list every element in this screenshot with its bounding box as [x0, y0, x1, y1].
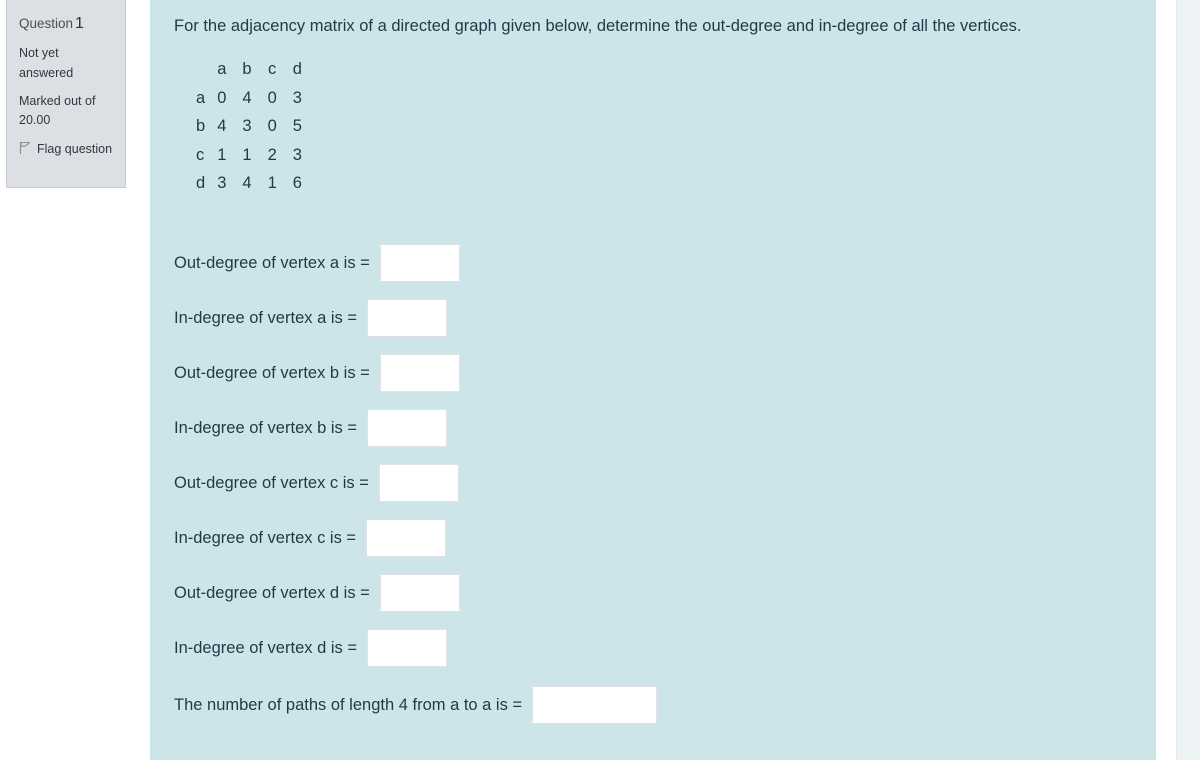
answer-label: Out-degree of vertex b is = — [174, 363, 370, 382]
outdegree-a-input[interactable] — [379, 244, 460, 283]
answer-label: In-degree of vertex c is = — [174, 528, 357, 547]
question-status: Not yet answered — [19, 46, 74, 80]
matrix-row: c 1 1 2 3 — [174, 141, 310, 170]
flag-icon — [19, 141, 31, 155]
matrix-row: b 4 3 0 5 — [174, 112, 310, 141]
flag-question-label: Flag question — [37, 141, 113, 156]
page-scrollbar-track[interactable] — [1176, 0, 1200, 760]
matrix-row-label: c — [196, 145, 205, 164]
matrix-cell: 4 — [217, 117, 227, 136]
answer-row-indegree-c: In-degree of vertex c is = — [174, 511, 1134, 566]
page-root: Question 1 Not yet answered Marked out of… — [0, 0, 1200, 760]
answer-label: In-degree of vertex a is = — [174, 308, 357, 327]
answer-label: Out-degree of vertex a is = — [174, 253, 370, 272]
answer-row-outdegree-a: Out-degree of vertex a is = — [174, 236, 1134, 291]
matrix-cell: 6 — [292, 174, 302, 193]
question-statement: For the adjacency matrix of a directed g… — [174, 17, 1022, 35]
matrix-row: d 3 4 1 6 — [174, 169, 310, 198]
indegree-d-input[interactable] — [366, 629, 447, 668]
matrix-cell: 3 — [217, 174, 227, 193]
question-title-label: Question — [19, 16, 74, 31]
matrix-cell: 4 — [242, 174, 252, 193]
matrix-cell: 3 — [242, 117, 252, 136]
indegree-a-input[interactable] — [366, 299, 447, 338]
answer-label: The number of paths of length 4 from a t… — [174, 695, 523, 714]
answer-label: Out-degree of vertex c is = — [174, 473, 369, 492]
question-content-panel: For the adjacency matrix of a directed g… — [150, 0, 1156, 760]
matrix-cell: 0 — [217, 88, 227, 107]
outdegree-d-input[interactable] — [379, 574, 460, 613]
matrix-row-label: b — [196, 117, 206, 136]
answer-row-indegree-a: In-degree of vertex a is = — [174, 291, 1134, 346]
adjacency-matrix: a b c d a 0 4 0 3 b 4 3 0 5 c 1 1 2 3 d … — [174, 55, 1134, 198]
matrix-cell: 1 — [217, 145, 227, 164]
question-info-panel: Question 1 Not yet answered Marked out of… — [6, 0, 126, 188]
matrix-cell: 4 — [242, 88, 252, 107]
matrix-cell: 2 — [267, 145, 277, 164]
matrix-cell: 1 — [267, 174, 277, 193]
question-title: Question 1 — [19, 14, 115, 33]
matrix-cell: 0 — [267, 117, 277, 136]
matrix-cell: 5 — [292, 117, 302, 136]
matrix-row: a 0 4 0 3 — [174, 84, 310, 113]
paths-length-4-input[interactable] — [532, 686, 658, 725]
matrix-row-label: d — [196, 174, 206, 193]
answer-label: Out-degree of vertex d is = — [174, 583, 370, 602]
question-marks: Marked out of 20.00 — [19, 93, 96, 128]
matrix-header-row: a b c d — [174, 55, 310, 84]
answer-row-indegree-b: In-degree of vertex b is = — [174, 401, 1134, 456]
answer-row-outdegree-c: Out-degree of vertex c is = — [174, 456, 1134, 511]
question-number: 1 — [75, 15, 84, 32]
outdegree-b-input[interactable] — [379, 354, 460, 393]
matrix-corner-cell — [174, 55, 209, 84]
answer-row-outdegree-b: Out-degree of vertex b is = — [174, 346, 1134, 401]
matrix-column-header: b — [242, 60, 252, 79]
answer-list: Out-degree of vertex a is = In-degree of… — [174, 236, 1134, 733]
indegree-b-input[interactable] — [366, 409, 447, 448]
outdegree-c-input[interactable] — [378, 464, 459, 503]
matrix-row-label: a — [196, 88, 206, 107]
matrix-cell: 0 — [267, 88, 277, 107]
matrix-cell: 3 — [292, 145, 302, 164]
matrix-column-header: a — [217, 60, 227, 79]
flag-question-button[interactable]: Flag question — [19, 140, 115, 159]
answer-row-indegree-d: In-degree of vertex d is = — [174, 621, 1134, 676]
matrix-cell: 3 — [292, 88, 302, 107]
answer-label: In-degree of vertex d is = — [174, 638, 357, 657]
matrix-column-header: d — [292, 60, 302, 79]
answer-label: In-degree of vertex b is = — [174, 418, 357, 437]
matrix-column-header: c — [268, 60, 277, 79]
answer-row-outdegree-d: Out-degree of vertex d is = — [174, 566, 1134, 621]
matrix-cell: 1 — [242, 145, 252, 164]
adjacency-matrix-table: a b c d a 0 4 0 3 b 4 3 0 5 c 1 1 2 3 d … — [174, 55, 310, 198]
answer-row-paths-length-4: The number of paths of length 4 from a t… — [174, 678, 1134, 733]
indegree-c-input[interactable] — [366, 519, 447, 558]
